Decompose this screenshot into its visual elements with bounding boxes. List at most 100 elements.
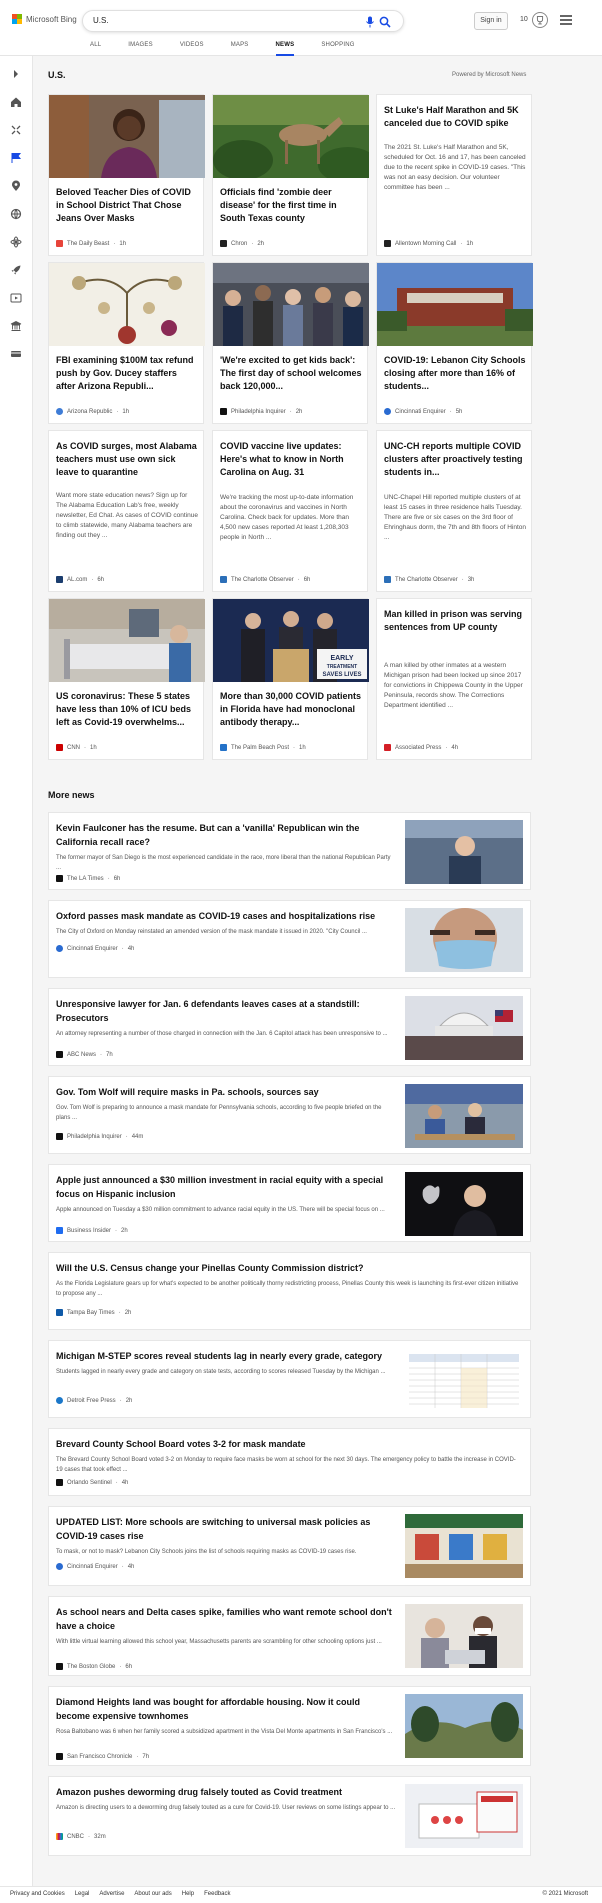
- card-title[interactable]: Beloved Teacher Dies of COVID in School …: [56, 186, 198, 225]
- search-icon[interactable]: [379, 16, 391, 28]
- news-source[interactable]: CNBC · 32m: [56, 1833, 106, 1840]
- news-flag-icon[interactable]: [10, 152, 22, 164]
- news-title[interactable]: Will the U.S. Census change your Pinella…: [56, 1261, 522, 1275]
- card-source[interactable]: AL.com · 6h: [56, 576, 104, 583]
- tab-maps[interactable]: MAPS: [231, 38, 249, 56]
- news-source[interactable]: Business Insider · 2h: [56, 1227, 128, 1234]
- search-box[interactable]: [82, 10, 404, 32]
- news-source[interactable]: Orlando Sentinel · 4h: [56, 1479, 128, 1486]
- list-item[interactable]: Amazon pushes deworming drug falsely tou…: [48, 1776, 531, 1856]
- card-source[interactable]: Allentown Morning Call · 1h: [384, 240, 473, 247]
- news-title[interactable]: UPDATED LIST: More schools are switching…: [56, 1515, 396, 1543]
- news-card[interactable]: COVID vaccine live updates: Here's what …: [212, 430, 368, 592]
- footer-link-privacy[interactable]: Privacy and Cookies: [10, 1891, 65, 1897]
- card-title[interactable]: Man killed in prison was serving sentenc…: [384, 608, 526, 634]
- search-input[interactable]: [93, 16, 333, 25]
- science-icon[interactable]: [10, 236, 22, 248]
- news-source[interactable]: Cincinnati Enquirer · 4h: [56, 1563, 134, 1570]
- microphone-icon[interactable]: [365, 16, 375, 28]
- discover-icon[interactable]: [10, 124, 22, 136]
- sign-in-button[interactable]: Sign in: [474, 12, 508, 30]
- news-card[interactable]: 'We're excited to get kids back': The fi…: [212, 262, 369, 424]
- menu-icon[interactable]: [560, 15, 572, 25]
- card-source[interactable]: The Daily Beast · 1h: [56, 240, 126, 247]
- card-title[interactable]: As COVID surges, most Alabama teachers m…: [56, 440, 198, 479]
- footer-link-advertise[interactable]: Advertise: [99, 1891, 124, 1897]
- card-title[interactable]: COVID-19: Lebanon City Schools closing a…: [384, 354, 526, 393]
- card-source[interactable]: Arizona Republic · 1h: [56, 408, 129, 415]
- card-title[interactable]: St Luke's Half Marathon and 5K canceled …: [384, 104, 526, 130]
- news-card[interactable]: FBI examining $100M tax refund push by G…: [48, 262, 205, 424]
- list-item[interactable]: Diamond Heights land was bought for affo…: [48, 1686, 531, 1766]
- card-source[interactable]: The Palm Beach Post · 1h: [220, 744, 306, 751]
- rewards-trophy-icon[interactable]: [532, 12, 548, 28]
- news-title[interactable]: Diamond Heights land was bought for affo…: [56, 1695, 396, 1723]
- news-card[interactable]: Man killed in prison was serving sentenc…: [376, 598, 532, 760]
- news-title[interactable]: Oxford passes mask mandate as COVID-19 c…: [56, 909, 396, 923]
- news-source[interactable]: The LA Times · 6h: [56, 875, 120, 882]
- footer-link-legal[interactable]: Legal: [75, 1891, 90, 1897]
- news-title[interactable]: Apple just announced a $30 million inves…: [56, 1173, 396, 1201]
- list-item[interactable]: Gov. Tom Wolf will require masks in Pa. …: [48, 1076, 531, 1154]
- news-title[interactable]: Unresponsive lawyer for Jan. 6 defendant…: [56, 997, 396, 1025]
- card-source[interactable]: Chron · 2h: [220, 240, 264, 247]
- news-card[interactable]: As COVID surges, most Alabama teachers m…: [48, 430, 204, 592]
- news-title[interactable]: Gov. Tom Wolf will require masks in Pa. …: [56, 1085, 396, 1099]
- tab-all[interactable]: ALL: [90, 38, 101, 56]
- news-source[interactable]: Cincinnati Enquirer · 4h: [56, 945, 134, 952]
- news-card[interactable]: US coronavirus: These 5 states have less…: [48, 598, 205, 760]
- expand-chevron-icon[interactable]: [10, 68, 22, 80]
- card-source[interactable]: Cincinnati Enquirer · 5h: [384, 408, 462, 415]
- tab-news[interactable]: NEWS: [275, 38, 295, 56]
- card-source[interactable]: The Charlotte Observer · 6h: [220, 576, 310, 583]
- news-source[interactable]: Tampa Bay Times · 2h: [56, 1309, 131, 1316]
- news-card[interactable]: EARLY TREATMENT SAVES LIVES More than 30…: [212, 598, 369, 760]
- list-item[interactable]: Oxford passes mask mandate as COVID-19 c…: [48, 900, 531, 978]
- footer-link-help[interactable]: Help: [182, 1891, 194, 1897]
- news-card[interactable]: St Luke's Half Marathon and 5K canceled …: [376, 94, 532, 256]
- news-title[interactable]: Michigan M-STEP scores reveal students l…: [56, 1349, 396, 1363]
- card-title[interactable]: 'We're excited to get kids back': The fi…: [220, 354, 362, 393]
- news-card[interactable]: Officials find 'zombie deer disease' for…: [212, 94, 369, 256]
- list-item[interactable]: Will the U.S. Census change your Pinella…: [48, 1252, 531, 1330]
- government-icon[interactable]: [10, 320, 22, 332]
- card-title[interactable]: UNC-CH reports multiple COVID clusters a…: [384, 440, 526, 479]
- card-title[interactable]: FBI examining $100M tax refund push by G…: [56, 354, 198, 393]
- card-title[interactable]: More than 30,000 COVID patients in Flori…: [220, 690, 362, 729]
- card-title[interactable]: US coronavirus: These 5 states have less…: [56, 690, 198, 729]
- news-title[interactable]: Kevin Faulconer has the resume. But can …: [56, 821, 396, 849]
- card-source[interactable]: CNN · 1h: [56, 744, 97, 751]
- footer-link-about-ads[interactable]: About our ads: [134, 1891, 171, 1897]
- tab-images[interactable]: IMAGES: [128, 38, 153, 56]
- list-item[interactable]: Unresponsive lawyer for Jan. 6 defendant…: [48, 988, 531, 1066]
- news-source[interactable]: Detroit Free Press · 2h: [56, 1397, 132, 1404]
- news-source[interactable]: San Francisco Chronicle · 7h: [56, 1753, 149, 1760]
- card-source[interactable]: The Charlotte Observer · 3h: [384, 576, 474, 583]
- news-card[interactable]: COVID-19: Lebanon City Schools closing a…: [376, 262, 533, 424]
- news-title[interactable]: Amazon pushes deworming drug falsely tou…: [56, 1785, 396, 1799]
- card-title[interactable]: Officials find 'zombie deer disease' for…: [220, 186, 362, 225]
- news-card[interactable]: Beloved Teacher Dies of COVID in School …: [48, 94, 205, 256]
- list-item[interactable]: Kevin Faulconer has the resume. But can …: [48, 812, 531, 890]
- list-item[interactable]: UPDATED LIST: More schools are switching…: [48, 1506, 531, 1586]
- powered-by-label[interactable]: Powered by Microsoft News: [452, 72, 526, 78]
- card-source[interactable]: Associated Press · 4h: [384, 744, 458, 751]
- list-item[interactable]: Apple just announced a $30 million inves…: [48, 1164, 531, 1242]
- news-title[interactable]: Brevard County School Board votes 3-2 fo…: [56, 1437, 522, 1451]
- news-source[interactable]: Philadelphia Inquirer · 44m: [56, 1133, 143, 1140]
- card-source[interactable]: Philadelphia Inquirer · 2h: [220, 408, 302, 415]
- globe-icon[interactable]: [10, 208, 22, 220]
- money-icon[interactable]: [10, 348, 22, 360]
- list-item[interactable]: Brevard County School Board votes 3-2 fo…: [48, 1428, 531, 1496]
- news-title[interactable]: As school nears and Delta cases spike, f…: [56, 1605, 396, 1633]
- home-icon[interactable]: [10, 96, 22, 108]
- video-icon[interactable]: [10, 292, 22, 304]
- bing-logo[interactable]: Microsoft Bing: [12, 14, 77, 24]
- tab-shopping[interactable]: SHOPPING: [321, 38, 354, 56]
- news-source[interactable]: The Boston Globe · 6h: [56, 1663, 132, 1670]
- tab-videos[interactable]: VIDEOS: [180, 38, 204, 56]
- news-card[interactable]: UNC-CH reports multiple COVID clusters a…: [376, 430, 532, 592]
- rocket-icon[interactable]: [10, 264, 22, 276]
- news-source[interactable]: ABC News · 7h: [56, 1051, 113, 1058]
- list-item[interactable]: Michigan M-STEP scores reveal students l…: [48, 1340, 531, 1418]
